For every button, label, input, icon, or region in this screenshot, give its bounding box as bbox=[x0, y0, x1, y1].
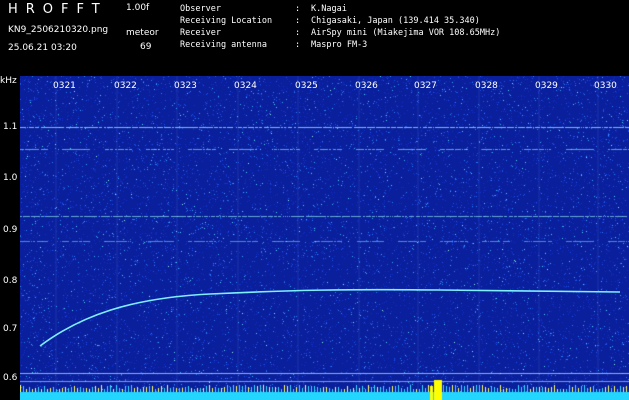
y-tick-label: 1.0 bbox=[3, 173, 18, 183]
y-tick-label: 0.6 bbox=[3, 373, 18, 383]
metadata-block: Observer: K.Nagai Receiving Location: Ch… bbox=[180, 3, 500, 51]
spectrogram-plot[interactable] bbox=[20, 76, 629, 400]
filename-label: KN9_2506210320.png bbox=[8, 25, 109, 35]
version-label: 1.00f bbox=[126, 3, 150, 13]
x-tick-label: 0323 bbox=[174, 81, 197, 91]
meta-row-observer: Observer: K.Nagai bbox=[180, 4, 347, 14]
header-panel: HROFFT 1.00f KN9_2506210320.png 25.06.21… bbox=[0, 0, 629, 76]
meta-key: Receiving Location bbox=[180, 16, 273, 26]
x-tick-label: 0322 bbox=[114, 81, 137, 91]
meta-value: Maspro FM-3 bbox=[311, 40, 368, 50]
meta-row-location: Receiving Location: Chigasaki, Japan (13… bbox=[180, 16, 480, 26]
meteor-trail bbox=[39, 288, 621, 347]
x-tick-label: 0326 bbox=[355, 81, 378, 91]
y-tick-label: 0.8 bbox=[3, 276, 18, 286]
meta-value: Chigasaki, Japan (139.414 35.340) bbox=[311, 16, 480, 26]
x-tick-label: 0321 bbox=[53, 81, 76, 91]
meta-value: K.Nagai bbox=[311, 4, 347, 14]
y-tick-label: 0.7 bbox=[3, 324, 18, 334]
x-tick-label: 0330 bbox=[594, 81, 617, 91]
x-tick-label: 0324 bbox=[234, 81, 257, 91]
meta-key: Receiving antenna bbox=[180, 40, 267, 50]
y-tick-label: 0.9 bbox=[3, 225, 18, 235]
meteor-count: 69 bbox=[140, 42, 152, 52]
x-tick-label: 0327 bbox=[414, 81, 437, 91]
x-tick-label: 0325 bbox=[295, 81, 318, 91]
meteor-label: meteor bbox=[126, 28, 159, 38]
app-logo: HROFFT bbox=[8, 2, 108, 17]
x-tick-label: 0329 bbox=[535, 81, 558, 91]
meta-row-antenna: Receiving antenna: Maspro FM-3 bbox=[180, 40, 368, 50]
x-tick-label: 0328 bbox=[475, 81, 498, 91]
meta-value: AirSpy mini (Miakejima VOR 108.65MHz) bbox=[311, 28, 501, 38]
y-tick-label: 1.1 bbox=[3, 122, 18, 132]
y-axis-unit: kHz bbox=[0, 76, 17, 86]
meta-key: Receiver bbox=[180, 28, 221, 38]
meta-key: Observer bbox=[180, 4, 221, 14]
meta-row-receiver: Receiver: AirSpy mini (Miakejima VOR 108… bbox=[180, 28, 501, 38]
spectrogram-overlay bbox=[39, 288, 621, 347]
timestamp-label: 25.06.21 03:20 bbox=[8, 43, 77, 53]
